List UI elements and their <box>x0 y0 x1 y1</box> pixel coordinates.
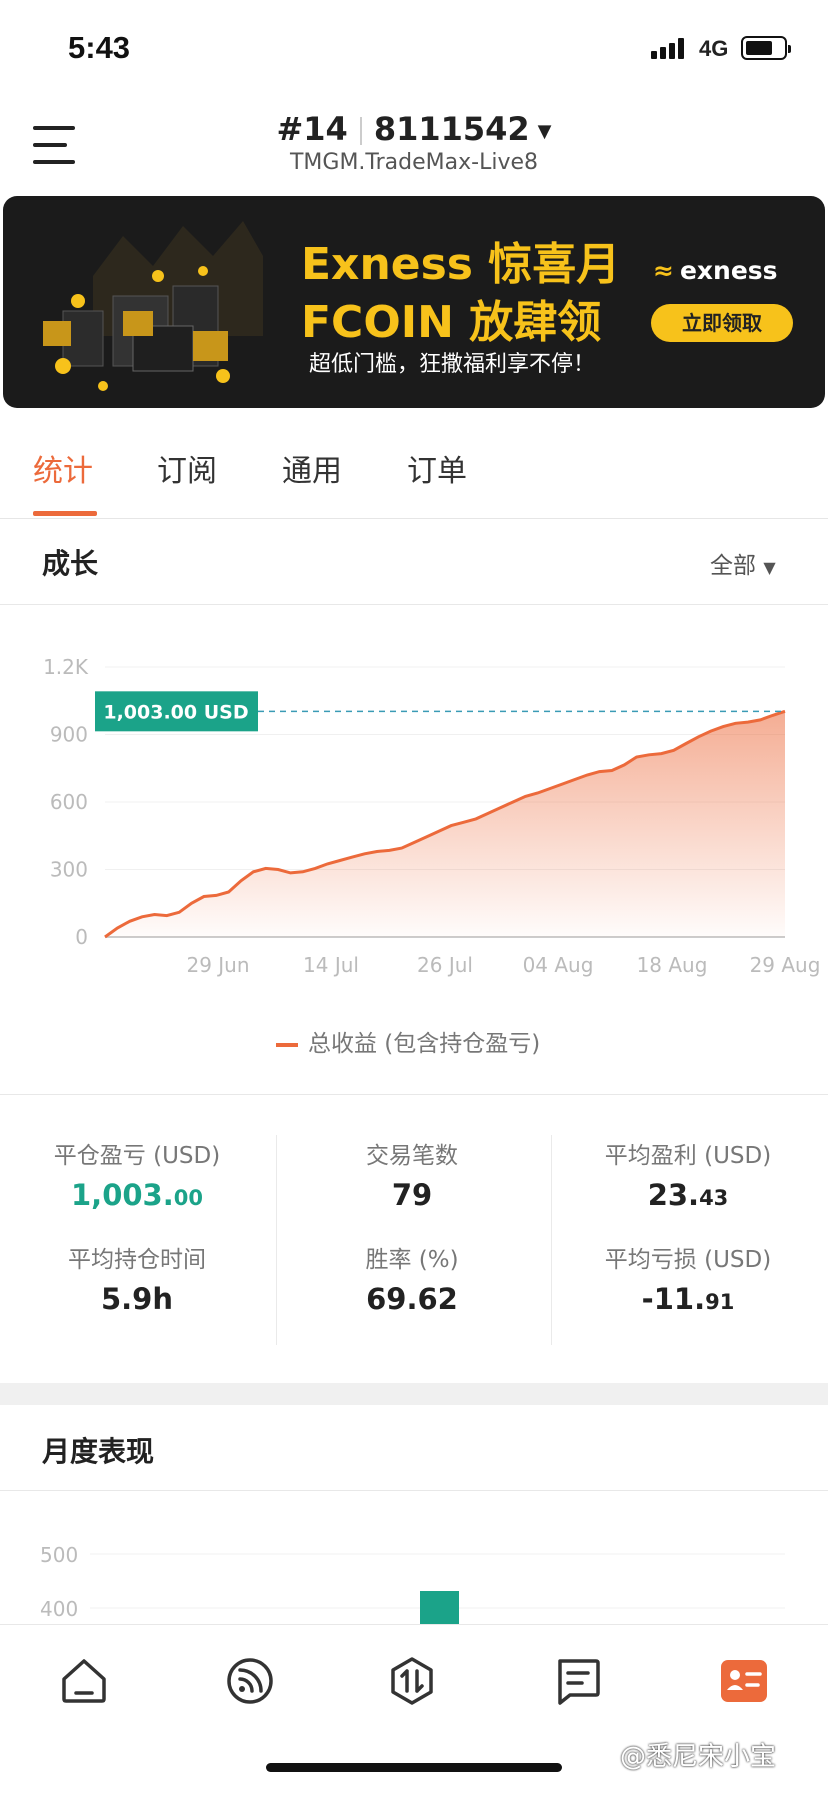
banner-subtitle: 超低门槛，狂撒福利享不停！ <box>309 352 596 377</box>
home-indicator[interactable] <box>266 1763 562 1772</box>
y-tick: 400 <box>40 1597 78 1621</box>
x-tick-label: 29 Aug <box>750 953 821 977</box>
stat-trade-count: 交易笔数 79 <box>366 1143 458 1212</box>
y-tick-label: 900 <box>50 723 88 747</box>
banner-headline-1: Exness 惊喜月 <box>301 239 621 290</box>
period-filter[interactable]: 全部 ▼ <box>710 546 776 580</box>
banner-headline-2: FCOIN 放肆领 <box>301 297 602 348</box>
current-value-tag: 1,003.00 USD <box>95 691 258 732</box>
tab-statistics[interactable]: 统计 <box>33 446 93 490</box>
stat-avg-hold-time: 平均持仓时间 5.9h <box>68 1247 206 1316</box>
battery-icon <box>741 36 791 60</box>
y-tick-label: 600 <box>50 790 88 814</box>
active-tab-indicator <box>33 511 97 516</box>
watermark: @悉尼宋小宝 <box>620 1742 777 1772</box>
stat-avg-profit: 平均盈利 (USD) 23.43 <box>604 1143 772 1212</box>
growth-title: 成长 <box>42 547 99 580</box>
account-id: 8111542 <box>373 110 530 148</box>
x-tick-label: 18 Aug <box>637 953 708 977</box>
trade-icon[interactable] <box>386 1655 438 1707</box>
stat-closed-pnl: 平仓盈亏 (USD) 1,003.00 <box>53 1143 221 1212</box>
stat-avg-loss: 平均亏损 (USD) -11.91 <box>604 1247 772 1316</box>
x-tick-label: 26 Jul <box>417 953 473 977</box>
legend-swatch <box>276 1042 298 1047</box>
tab-general[interactable]: 通用 <box>282 446 342 490</box>
account-selector[interactable]: #14 8111542 ▼ <box>0 110 828 148</box>
monthly-bar <box>420 1591 459 1624</box>
home-icon[interactable] <box>58 1655 110 1707</box>
current-value-label: 1,003.00 USD <box>103 701 248 723</box>
y-tick: 500 <box>40 1543 78 1567</box>
messages-icon[interactable] <box>552 1655 604 1707</box>
status-bar: 5:43 4G <box>0 0 828 96</box>
y-tick-label: 300 <box>50 858 88 882</box>
tab-bar: 统计 订阅 通用 订单 <box>0 410 828 519</box>
server-name: TMGM.TradeMax-Live8 <box>289 150 538 175</box>
account-number: #14 <box>276 110 348 148</box>
y-tick-label: 1.2K <box>43 655 89 679</box>
monthly-chart: 500 400 <box>40 1543 785 1624</box>
exness-logo: ≈ exness <box>653 256 778 285</box>
tab-subscribe[interactable]: 订阅 <box>157 446 217 490</box>
gift-bags-illustration <box>43 221 263 391</box>
promo-banner[interactable]: Exness 惊喜月 FCOIN 放肆领 超低门槛，狂撒福利享不停！ ≈ exne… <box>3 196 825 408</box>
profile-card-icon[interactable] <box>718 1655 770 1707</box>
stat-win-rate: 胜率 (%) 69.62 <box>365 1247 459 1316</box>
x-tick-label: 04 Aug <box>523 953 594 977</box>
growth-chart: 1.2K 900 600 300 0 29 Jun 14 Jul 26 Jul 04 Aug 1… <box>43 655 821 977</box>
chart-legend: 总收益 (包含持仓盈亏) <box>276 1024 540 1058</box>
feed-icon[interactable] <box>224 1655 276 1707</box>
signal-icon <box>651 38 687 59</box>
x-tick-label: 14 Jul <box>303 953 359 977</box>
status-time: 5:43 <box>68 30 131 65</box>
chevron-down-icon: ▼ <box>763 558 776 577</box>
network-type: 4G <box>699 36 729 61</box>
tab-orders[interactable]: 订单 <box>407 446 467 490</box>
chevron-down-icon: ▼ <box>537 120 552 142</box>
claim-button[interactable]: 立即领取 <box>651 304 793 342</box>
x-tick-label: 29 Jun <box>186 953 249 977</box>
y-tick-label: 0 <box>75 925 88 949</box>
monthly-title: 月度表现 <box>42 1435 155 1468</box>
